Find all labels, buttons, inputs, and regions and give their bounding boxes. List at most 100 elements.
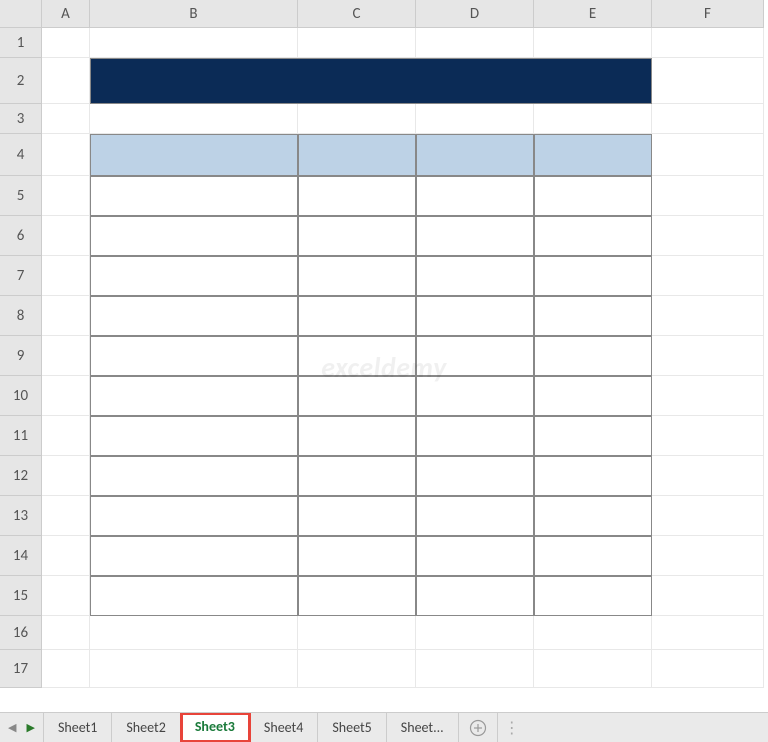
cell-e14[interactable] [534, 536, 652, 576]
cell-a8[interactable] [42, 296, 90, 336]
sheet-tab-4[interactable]: Sheet4 [250, 713, 318, 742]
col-header-f[interactable]: F [652, 0, 764, 28]
cell-e8[interactable] [534, 296, 652, 336]
cell-d8[interactable] [416, 296, 534, 336]
cell-b7[interactable] [90, 256, 298, 296]
cell-a11[interactable] [42, 416, 90, 456]
col-header-d[interactable]: D [416, 0, 534, 28]
tab-scroll-right-icon[interactable]: ▶ [26, 721, 34, 734]
cell-b17[interactable] [90, 650, 298, 688]
row-header-15[interactable]: 15 [0, 576, 42, 616]
cell-d10[interactable] [416, 376, 534, 416]
cell-b5[interactable] [90, 176, 298, 216]
cell-a9[interactable] [42, 336, 90, 376]
cell-e13[interactable] [534, 496, 652, 536]
cell-b4[interactable] [90, 134, 298, 176]
row-header-17[interactable]: 17 [0, 650, 42, 688]
cell-e4[interactable] [534, 134, 652, 176]
cell-f5[interactable] [652, 176, 764, 216]
cell-d11[interactable] [416, 416, 534, 456]
row-header-6[interactable]: 6 [0, 216, 42, 256]
cell-c7[interactable] [298, 256, 416, 296]
cell-b1[interactable] [90, 28, 298, 58]
row-header-16[interactable]: 16 [0, 616, 42, 650]
sheet-tab-more[interactable]: Sheet... [387, 713, 459, 742]
cell-c16[interactable] [298, 616, 416, 650]
cell-d14[interactable] [416, 536, 534, 576]
col-header-e[interactable]: E [534, 0, 652, 28]
cell-a13[interactable] [42, 496, 90, 536]
cell-c4[interactable] [298, 134, 416, 176]
row-header-14[interactable]: 14 [0, 536, 42, 576]
cell-b13[interactable] [90, 496, 298, 536]
cell-c5[interactable] [298, 176, 416, 216]
cell-d15[interactable] [416, 576, 534, 616]
sheet-tab-5[interactable]: Sheet5 [318, 713, 386, 742]
col-header-a[interactable]: A [42, 0, 90, 28]
new-sheet-button[interactable] [459, 713, 497, 742]
tab-options-icon[interactable]: ⋮ [497, 713, 526, 742]
cell-f17[interactable] [652, 650, 764, 688]
cell-b3[interactable] [90, 104, 298, 134]
cell-c10[interactable] [298, 376, 416, 416]
cell-a5[interactable] [42, 176, 90, 216]
cell-d6[interactable] [416, 216, 534, 256]
cell-b14[interactable] [90, 536, 298, 576]
cell-f1[interactable] [652, 28, 764, 58]
cell-c6[interactable] [298, 216, 416, 256]
cell-f15[interactable] [652, 576, 764, 616]
row-header-3[interactable]: 3 [0, 104, 42, 134]
cell-c9[interactable] [298, 336, 416, 376]
cell-f7[interactable] [652, 256, 764, 296]
cell-f2[interactable] [652, 58, 764, 104]
cell-e1[interactable] [534, 28, 652, 58]
cell-a1[interactable] [42, 28, 90, 58]
cell-d5[interactable] [416, 176, 534, 216]
row-header-5[interactable]: 5 [0, 176, 42, 216]
cell-a17[interactable] [42, 650, 90, 688]
sheet-tab-1[interactable]: Sheet1 [44, 713, 112, 742]
cell-e5[interactable] [534, 176, 652, 216]
cell-a15[interactable] [42, 576, 90, 616]
cell-a14[interactable] [42, 536, 90, 576]
cell-f16[interactable] [652, 616, 764, 650]
cell-d7[interactable] [416, 256, 534, 296]
cell-f13[interactable] [652, 496, 764, 536]
cell-a3[interactable] [42, 104, 90, 134]
row-header-7[interactable]: 7 [0, 256, 42, 296]
cell-d12[interactable] [416, 456, 534, 496]
cell-c15[interactable] [298, 576, 416, 616]
cell-f14[interactable] [652, 536, 764, 576]
cell-d1[interactable] [416, 28, 534, 58]
cell-c3[interactable] [298, 104, 416, 134]
sheet-tab-3[interactable]: Sheet3 [181, 713, 250, 742]
cell-e17[interactable] [534, 650, 652, 688]
cell-e6[interactable] [534, 216, 652, 256]
cell-f3[interactable] [652, 104, 764, 134]
row-header-1[interactable]: 1 [0, 28, 42, 58]
select-all-corner[interactable] [0, 0, 42, 28]
cell-c12[interactable] [298, 456, 416, 496]
cell-e7[interactable] [534, 256, 652, 296]
cell-c11[interactable] [298, 416, 416, 456]
cell-e3[interactable] [534, 104, 652, 134]
cell-a10[interactable] [42, 376, 90, 416]
cell-f6[interactable] [652, 216, 764, 256]
row-header-11[interactable]: 11 [0, 416, 42, 456]
cell-a16[interactable] [42, 616, 90, 650]
cell-b11[interactable] [90, 416, 298, 456]
cell-d4[interactable] [416, 134, 534, 176]
cell-b2-e2-merged[interactable] [90, 58, 652, 104]
cell-f12[interactable] [652, 456, 764, 496]
cell-b6[interactable] [90, 216, 298, 256]
cell-c1[interactable] [298, 28, 416, 58]
cell-f11[interactable] [652, 416, 764, 456]
cell-e12[interactable] [534, 456, 652, 496]
col-header-b[interactable]: B [90, 0, 298, 28]
cell-c8[interactable] [298, 296, 416, 336]
row-header-10[interactable]: 10 [0, 376, 42, 416]
cell-a12[interactable] [42, 456, 90, 496]
cell-f10[interactable] [652, 376, 764, 416]
cell-a6[interactable] [42, 216, 90, 256]
cell-f9[interactable] [652, 336, 764, 376]
